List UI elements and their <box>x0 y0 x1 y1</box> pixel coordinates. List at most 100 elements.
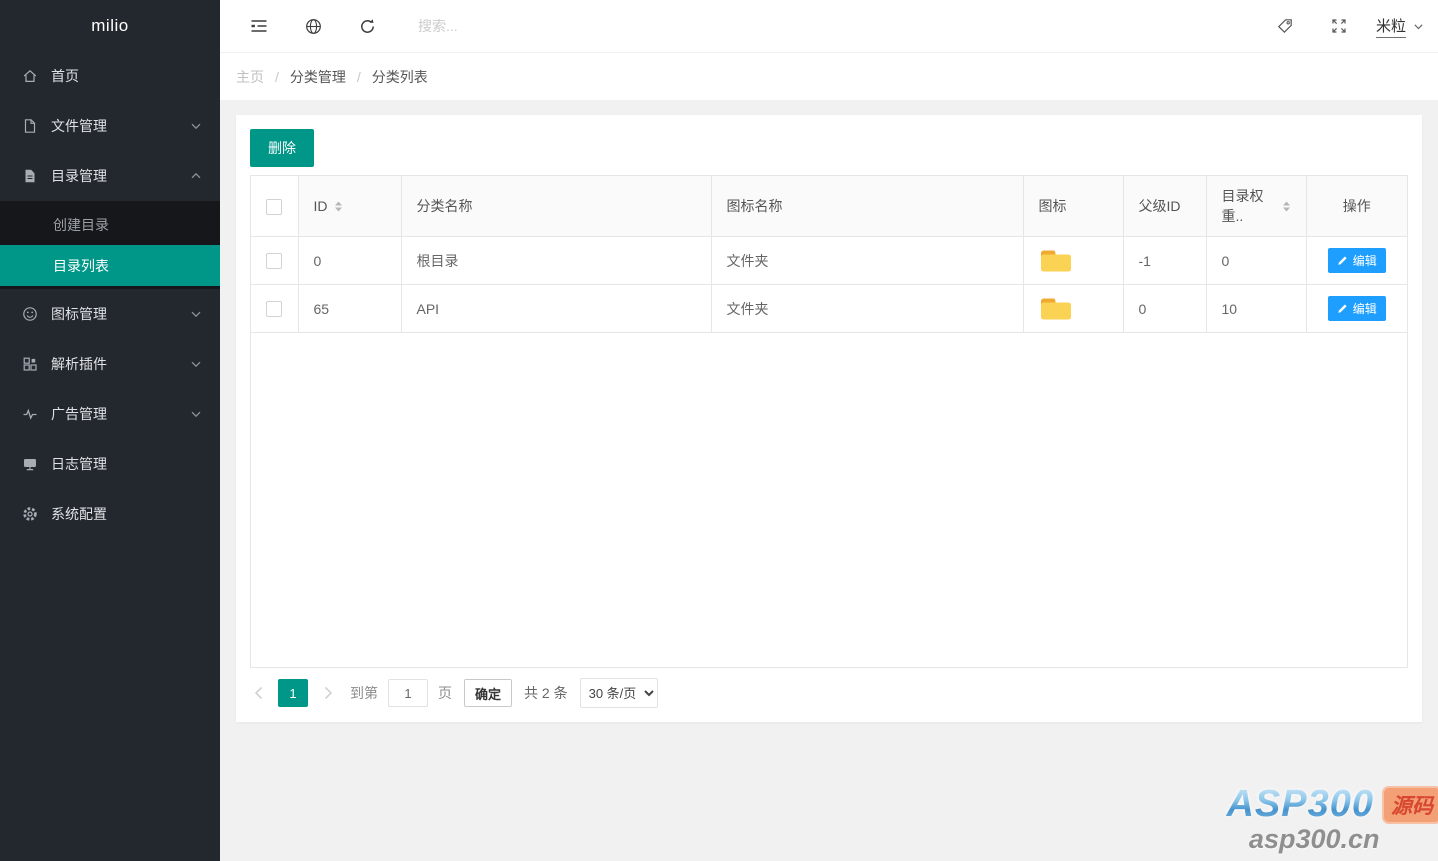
sidebar-item-label: 广告管理 <box>51 404 107 424</box>
breadcrumb-separator: / <box>357 69 361 85</box>
chevron-down-icon <box>190 120 202 132</box>
row-checkbox[interactable] <box>266 253 282 269</box>
pencil-icon <box>1337 303 1348 314</box>
pencil-icon <box>1337 255 1348 266</box>
sidebar: milio 首页 文件管理 目录管 <box>0 0 220 861</box>
sidebar-item-icon-management[interactable]: 图标管理 <box>0 289 220 339</box>
sidebar-item-label: 文件管理 <box>51 116 107 136</box>
chevron-down-icon <box>190 408 202 420</box>
sort-icon[interactable] <box>334 201 343 212</box>
cell-weight: 0 <box>1206 237 1306 285</box>
chevron-up-icon <box>190 170 202 182</box>
table-row: 0 根目录 文件夹 -1 0 <box>251 237 1407 285</box>
sidebar-item-label: 目录管理 <box>51 166 107 186</box>
fullscreen-button[interactable] <box>1312 18 1366 34</box>
row-checkbox[interactable] <box>266 301 282 317</box>
app-root: milio 首页 文件管理 目录管 <box>0 0 1438 861</box>
table-header-row: ID 分类名称 图标名称 图标 父级ID <box>251 176 1407 237</box>
sidebar-item-label: 图标管理 <box>51 304 107 324</box>
goto-page-input[interactable] <box>388 679 428 707</box>
column-header-icon-name: 图标名称 <box>711 176 1023 237</box>
app-logo: milio <box>0 0 220 51</box>
pagination: 1 到第 页 确定 共 2 条 30 条/页 <box>250 678 1408 708</box>
folder-icon <box>1039 248 1108 274</box>
sidebar-item-label: 日志管理 <box>51 454 107 474</box>
table-row: 65 API 文件夹 0 10 <box>251 285 1407 333</box>
cell-parent-id: 0 <box>1123 285 1206 333</box>
cell-icon-name: 文件夹 <box>711 285 1023 333</box>
edit-button[interactable]: 编辑 <box>1328 248 1386 273</box>
per-page-select[interactable]: 30 条/页 <box>580 678 658 708</box>
select-all-checkbox[interactable] <box>266 199 282 215</box>
monitor-icon <box>22 456 38 472</box>
user-name: 米粒 <box>1376 15 1406 38</box>
collapse-sidebar-button[interactable] <box>232 0 286 52</box>
content-area: 删除 ID <box>220 100 1438 861</box>
sidebar-nav: 首页 文件管理 目录管理 <box>0 51 220 539</box>
edit-button[interactable]: 编辑 <box>1328 296 1386 321</box>
prev-page-button[interactable] <box>250 686 266 700</box>
cell-name: API <box>401 285 711 333</box>
sidebar-item-log-management[interactable]: 日志管理 <box>0 439 220 489</box>
main-area: 米粒 主页 / 分类管理 / 分类列表 删除 <box>220 0 1438 861</box>
cell-id: 65 <box>298 285 401 333</box>
smiley-icon <box>22 306 38 322</box>
sidebar-item-label: 系统配置 <box>51 504 107 524</box>
column-header-name: 分类名称 <box>401 176 711 237</box>
cell-icon-name: 文件夹 <box>711 237 1023 285</box>
topbar: 米粒 <box>220 0 1438 53</box>
total-count-label: 共 2 条 <box>524 683 568 703</box>
refresh-button[interactable] <box>340 0 394 52</box>
column-header-parent-id: 父级ID <box>1123 176 1206 237</box>
home-icon <box>22 68 38 84</box>
globe-button[interactable] <box>286 0 340 52</box>
breadcrumb: 主页 / 分类管理 / 分类列表 <box>220 53 1438 100</box>
category-list-card: 删除 ID <box>236 115 1422 722</box>
sidebar-item-parser-plugins[interactable]: 解析插件 <box>0 339 220 389</box>
gear-icon <box>22 506 38 522</box>
search-input[interactable] <box>418 11 718 41</box>
user-menu[interactable]: 米粒 <box>1376 15 1424 38</box>
sidebar-item-label: 解析插件 <box>51 354 107 374</box>
column-header-icon: 图标 <box>1023 176 1123 237</box>
sidebar-item-ad-management[interactable]: 广告管理 <box>0 389 220 439</box>
category-table: ID 分类名称 图标名称 图标 父级ID <box>250 175 1408 668</box>
delete-button[interactable]: 删除 <box>250 129 314 167</box>
ads-icon <box>22 406 38 422</box>
sidebar-subitem-label: 创建目录 <box>53 215 109 235</box>
sort-icon[interactable] <box>1282 201 1291 212</box>
goto-label: 到第 <box>350 683 378 703</box>
sidebar-subitem-label: 目录列表 <box>53 256 109 276</box>
document-icon <box>22 168 38 184</box>
sidebar-subitem-create-directory[interactable]: 创建目录 <box>0 204 220 245</box>
cell-name: 根目录 <box>401 237 711 285</box>
breadcrumb-category-list[interactable]: 分类列表 <box>372 67 428 87</box>
breadcrumb-home[interactable]: 主页 <box>236 67 264 87</box>
cell-weight: 10 <box>1206 285 1306 333</box>
file-icon <box>22 118 38 134</box>
topbar-right: 米粒 <box>1258 15 1424 38</box>
next-page-button[interactable] <box>320 686 336 700</box>
breadcrumb-separator: / <box>275 69 279 85</box>
column-header-actions: 操作 <box>1306 176 1407 237</box>
sidebar-item-file-management[interactable]: 文件管理 <box>0 101 220 151</box>
chevron-down-icon <box>190 358 202 370</box>
column-header-id: ID <box>298 176 401 237</box>
page-suffix-label: 页 <box>438 683 452 703</box>
sidebar-item-home[interactable]: 首页 <box>0 51 220 101</box>
confirm-page-button[interactable]: 确定 <box>464 679 512 707</box>
breadcrumb-category-management[interactable]: 分类管理 <box>290 67 346 87</box>
sidebar-subitem-directory-list[interactable]: 目录列表 <box>0 245 220 286</box>
plugin-icon <box>22 356 38 372</box>
page-number-1[interactable]: 1 <box>278 679 308 707</box>
chevron-down-icon <box>1413 21 1424 32</box>
tag-button[interactable] <box>1258 17 1312 35</box>
cell-parent-id: -1 <box>1123 237 1206 285</box>
cell-id: 0 <box>298 237 401 285</box>
column-header-weight: 目录权重.. <box>1206 176 1306 237</box>
sidebar-item-directory-management[interactable]: 目录管理 <box>0 151 220 201</box>
folder-icon <box>1039 296 1108 322</box>
sidebar-item-system-config[interactable]: 系统配置 <box>0 489 220 539</box>
sidebar-item-label: 首页 <box>51 66 79 86</box>
submenu-directory: 创建目录 目录列表 <box>0 201 220 289</box>
